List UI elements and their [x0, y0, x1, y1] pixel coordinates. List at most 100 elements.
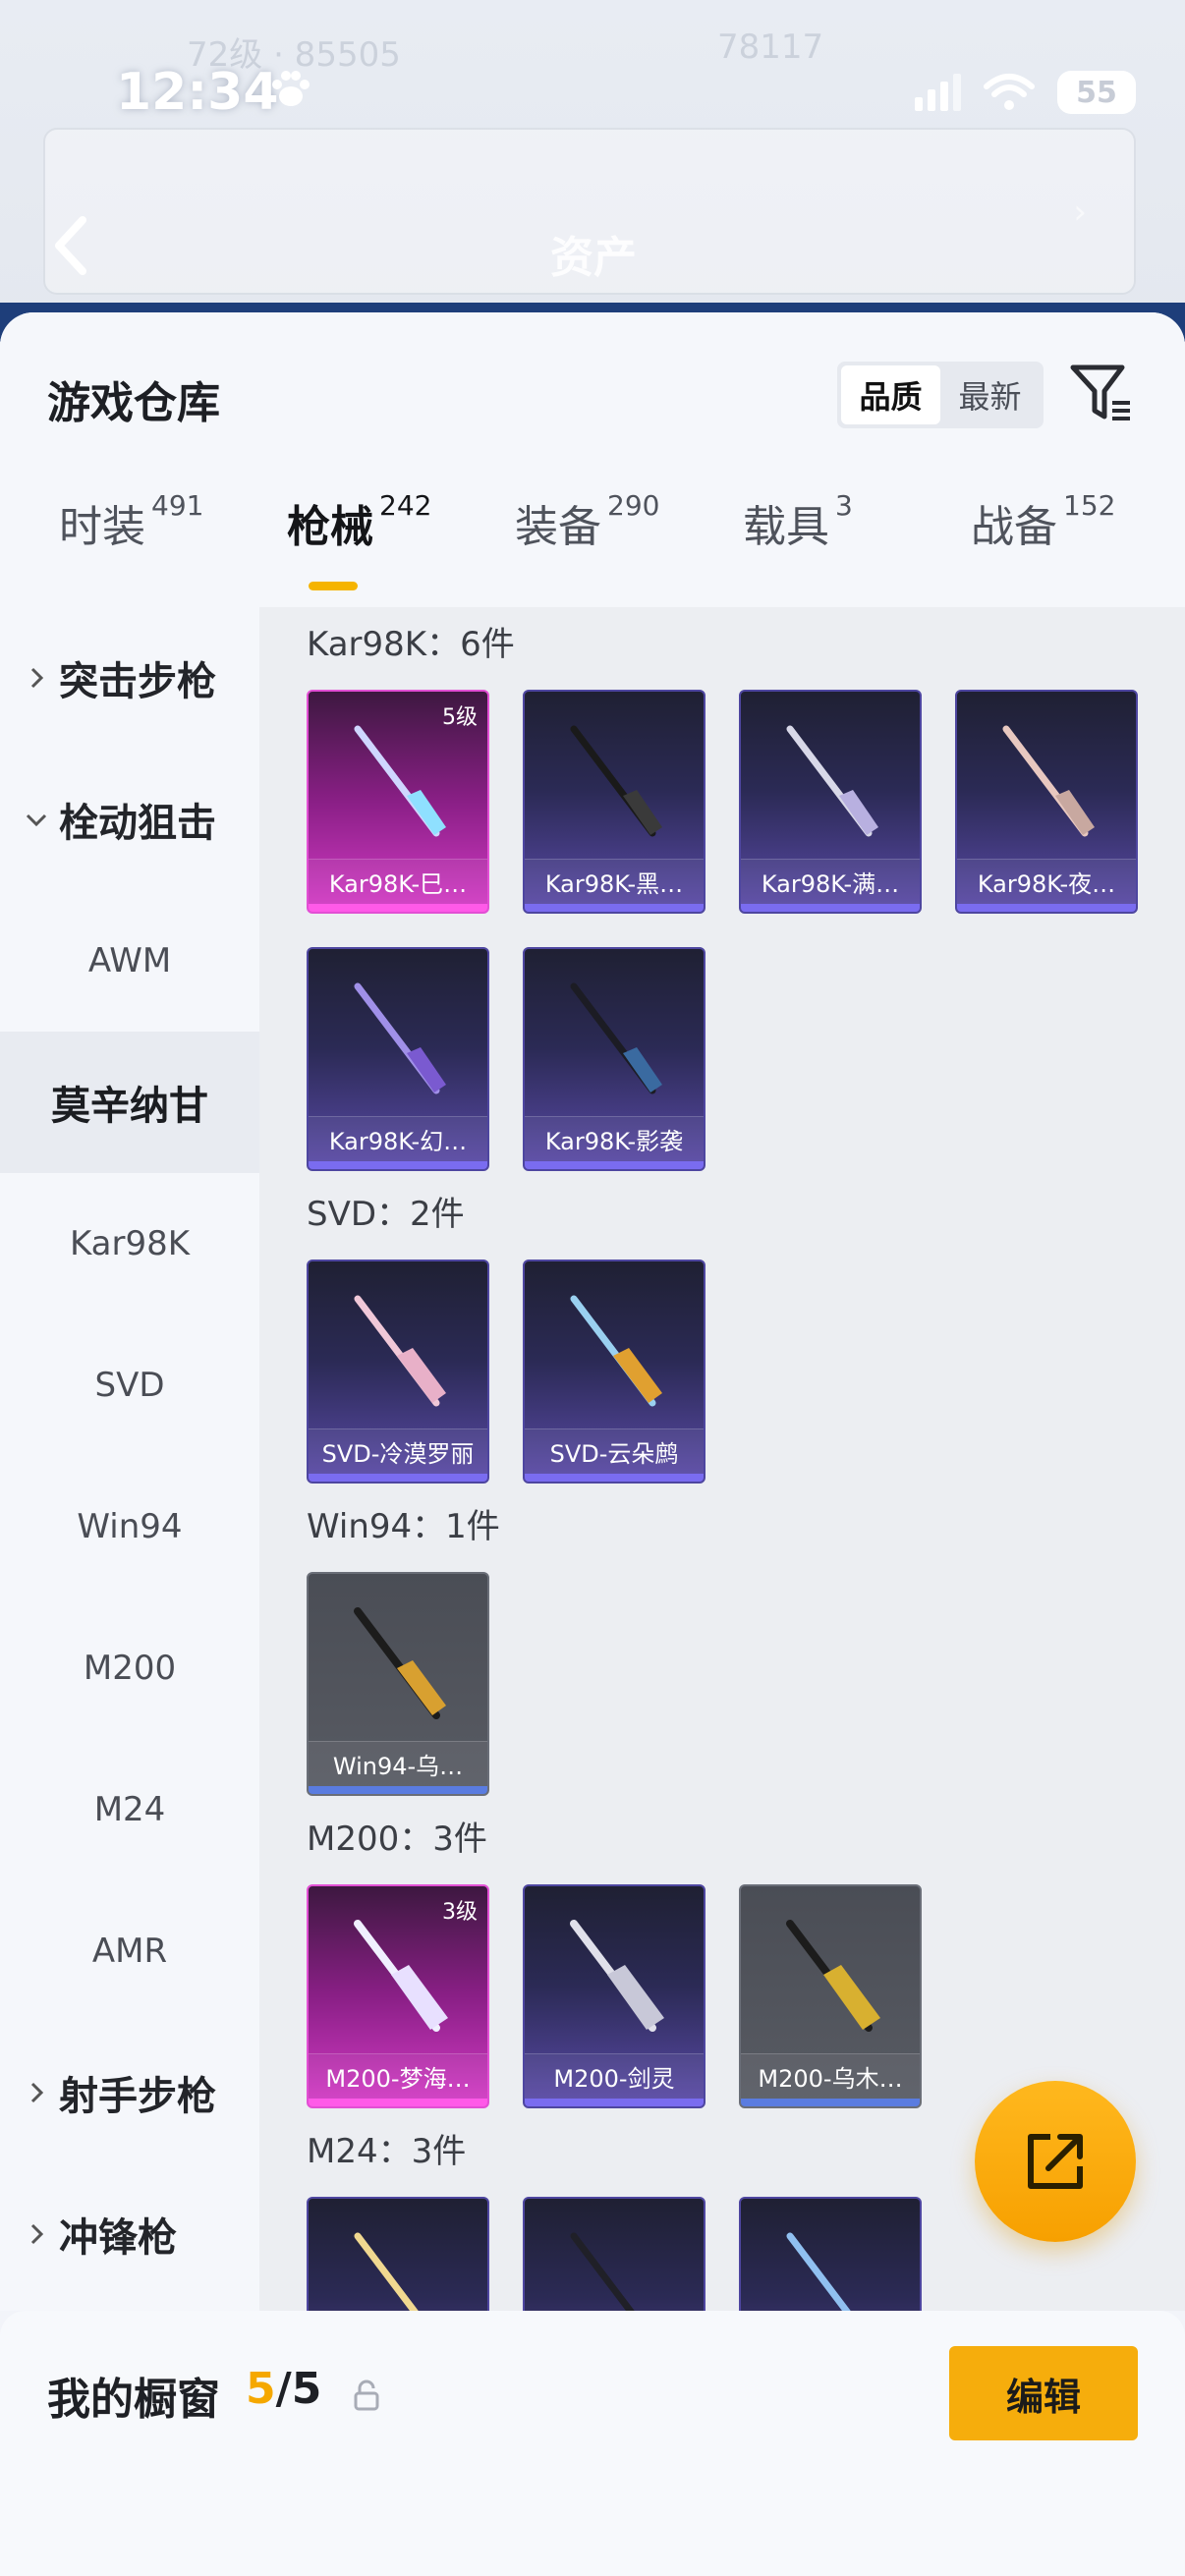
tab-equipment[interactable]: 装备 290 [515, 489, 659, 554]
sheet-title: 游戏仓库 [47, 378, 220, 428]
section-title: SVD：2件 [307, 1195, 465, 1234]
sidebar-item-svd[interactable]: SVD [0, 1315, 259, 1456]
showcase-panel: 我的橱窗 5/5 编辑 [0, 2311, 1185, 2576]
showcase-separator: / [275, 2364, 292, 2414]
sort-option-latest[interactable]: 最新 [940, 365, 1040, 424]
page-title: 资产 [550, 233, 637, 283]
tab-count: 3 [835, 489, 853, 522]
weapon-name: M200-梦海… [309, 2053, 487, 2099]
filter-icon[interactable] [1069, 362, 1134, 426]
rarity-bar [957, 904, 1136, 912]
chevron-right-icon [30, 667, 44, 689]
status-time: 12:34 [116, 63, 279, 122]
showcase-current: 5 [246, 2364, 276, 2414]
weapon-name: SVD-云朵鹧 [525, 1428, 704, 1474]
battery-icon: 55 [1057, 71, 1136, 114]
gun-icon [354, 1607, 446, 1719]
gun-icon [1002, 725, 1095, 837]
rarity-bar [525, 2099, 704, 2106]
share-icon [1028, 2134, 1083, 2189]
weapon-name: Kar98K-夜… [957, 859, 1136, 904]
weapon-card[interactable]: Kar98K-夜… [955, 690, 1138, 914]
sidebar-group-label: 冲锋枪 [59, 2215, 177, 2261]
chevron-right-icon [30, 2082, 44, 2103]
weapon-card[interactable]: 3级 M200-梦海… [307, 1884, 489, 2108]
sort-option-quality[interactable]: 品质 [841, 365, 940, 424]
weapon-card[interactable]: Win94-乌… [307, 1572, 489, 1796]
weapon-card[interactable]: M200-剑灵 [523, 1884, 705, 2108]
tab-label: 载具 [743, 502, 829, 552]
rarity-bar [309, 1474, 487, 1482]
showcase-total: 5 [291, 2364, 322, 2414]
weapon-card[interactable]: Kar98K-影袭 [523, 947, 705, 1171]
weapon-card[interactable]: Kar98K-满… [739, 690, 922, 914]
section-title: Kar98K：6件 [307, 625, 515, 664]
sidebar-group-label: 栓动狙击 [59, 801, 216, 846]
sidebar-group-marksman-rifle[interactable]: 射手步枪 [0, 2022, 259, 2163]
tab-vehicles[interactable]: 载具 3 [743, 489, 853, 554]
gun-icon [786, 2232, 851, 2311]
weapon-grid: Kar98K：6件 5级 Kar98K-巳… Kar98K-黑… Kar98K-… [259, 607, 1185, 2311]
tab-label: 装备 [515, 502, 601, 552]
weapon-card[interactable]: Kar98K-幻… [307, 947, 489, 1171]
gun-icon [354, 2232, 419, 2311]
status-indicators: 55 [915, 71, 1136, 114]
gun-icon [354, 1920, 448, 2032]
chevron-down-icon [26, 813, 47, 827]
sidebar-item-mosin[interactable]: 莫辛纳甘 [0, 1032, 259, 1173]
sidebar-item-m200[interactable]: M200 [0, 1597, 259, 1739]
weapon-card[interactable]: SVD-云朵鹧 [523, 1260, 705, 1484]
sidebar-group-smg[interactable]: 冲锋枪 [0, 2163, 259, 2305]
tab-count: 152 [1063, 489, 1116, 522]
sidebar-item-amr[interactable]: AMR [0, 1880, 259, 2022]
tab-label: 枪械 [287, 502, 373, 552]
weapon-card[interactable]: SVD-冷漠罗丽 [307, 1260, 489, 1484]
weapon-card[interactable] [739, 2197, 922, 2311]
weapon-card[interactable]: 5级 Kar98K-巳… [307, 690, 489, 914]
signal-icon [915, 74, 961, 111]
weapon-card[interactable]: M200-乌木… [739, 1884, 922, 2108]
weapon-name: Kar98K-黑… [525, 859, 704, 904]
rarity-bar [525, 1474, 704, 1482]
sidebar-item-m24[interactable]: M24 [0, 1739, 259, 1880]
weapon-card[interactable] [307, 2197, 489, 2311]
gun-icon [354, 982, 446, 1094]
section-title: M24：3件 [307, 2132, 467, 2171]
chevron-right-icon: › [1073, 193, 1087, 232]
tab-firearms[interactable]: 枪械 242 [287, 489, 432, 554]
sidebar-item-awm[interactable]: AWM [0, 890, 259, 1032]
tab-fashion[interactable]: 时装 491 [59, 489, 204, 554]
sidebar-group-assault-rifle[interactable]: 突击步枪 [0, 607, 259, 749]
rarity-bar [525, 904, 704, 912]
active-tab-indicator [309, 582, 358, 590]
sidebar-item-kar98k[interactable]: Kar98K [0, 1173, 259, 1315]
gun-icon [570, 725, 662, 837]
rarity-bar [741, 904, 920, 912]
showcase-label: 我的橱窗 [47, 2375, 220, 2425]
sidebar-group-bolt-sniper[interactable]: 栓动狙击 [0, 749, 259, 890]
gun-icon [570, 1920, 664, 2032]
weapon-name: Kar98K-巳… [309, 859, 487, 904]
section-title: Win94：1件 [307, 1507, 500, 1546]
weapon-card[interactable] [523, 2197, 705, 2311]
gun-icon [786, 725, 878, 837]
tab-count: 491 [151, 489, 204, 522]
share-button[interactable] [975, 2081, 1136, 2242]
weapon-name: M200-剑灵 [525, 2053, 704, 2099]
weapon-name: Win94-乌… [309, 1741, 487, 1786]
tab-supplies[interactable]: 战备 152 [971, 489, 1116, 554]
sidebar-item-win94[interactable]: Win94 [0, 1456, 259, 1597]
weapon-name: SVD-冷漠罗丽 [309, 1428, 487, 1474]
weapon-name: M200-乌木… [741, 2053, 920, 2099]
blurred-stats-row-2: 78117 [717, 28, 824, 67]
weapon-name: Kar98K-满… [741, 859, 920, 904]
rarity-bar [741, 2099, 920, 2106]
sort-toggle: 品质 最新 [837, 362, 1044, 428]
edit-button[interactable]: 编辑 [949, 2346, 1138, 2440]
wifi-icon [984, 74, 1035, 110]
tab-count: 242 [379, 489, 432, 522]
sidebar-group-label: 突击步枪 [59, 659, 216, 704]
back-chevron-icon[interactable] [51, 214, 90, 277]
weapon-card[interactable]: Kar98K-黑… [523, 690, 705, 914]
rarity-bar [309, 1786, 487, 1794]
